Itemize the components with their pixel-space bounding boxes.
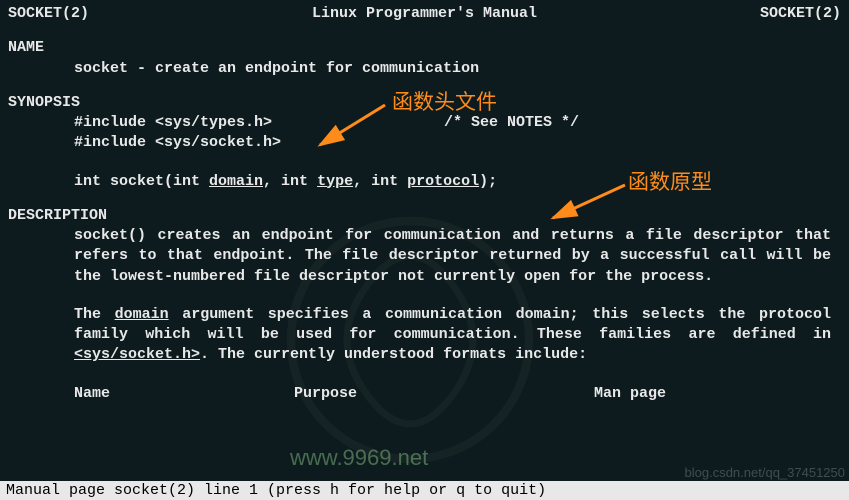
desc-p2-c: . The currently understood formats inclu… <box>200 346 587 363</box>
include-line-2: #include <sys/socket.h> <box>8 133 841 153</box>
annotation-header-files: 函数头文件 <box>392 86 497 116</box>
proto-arg-type: type <box>317 173 353 190</box>
section-description-title: DESCRIPTION <box>8 206 841 226</box>
description-paragraph-1: socket() creates an endpoint for communi… <box>8 226 841 287</box>
proto-pre: int socket(int <box>74 173 209 190</box>
desc-p2-domain: domain <box>115 306 169 323</box>
desc-p1-rest: () creates an endpoint for communication… <box>74 227 831 285</box>
proto-arg-domain: domain <box>209 173 263 190</box>
function-prototype: int socket(int domain, int type, int pro… <box>8 172 841 192</box>
proto-mid2: , int <box>353 173 407 190</box>
annotation-prototype: 函数原型 <box>628 166 712 196</box>
man-header-center: Linux Programmer's Manual <box>312 4 537 24</box>
include1-note: /* See NOTES */ <box>444 113 579 133</box>
desc-p2-a: The <box>74 306 115 323</box>
format-columns: Name Purpose Man page <box>8 384 841 404</box>
name-line: socket - create an endpoint for communic… <box>8 59 841 79</box>
description-paragraph-2: The domain argument specifies a communic… <box>8 305 841 366</box>
desc-p2-header: <sys/socket.h> <box>74 346 200 363</box>
proto-mid1: , int <box>263 173 317 190</box>
arrow-icon <box>545 180 635 230</box>
man-header-left: SOCKET(2) <box>8 4 89 24</box>
man-header-right: SOCKET(2) <box>760 4 841 24</box>
pager-statusbar[interactable]: Manual page socket(2) line 1 (press h fo… <box>0 481 849 500</box>
desc-p2-b: argument specifies a communication domai… <box>74 306 831 343</box>
url-watermark: blog.csdn.net/qq_37451250 <box>685 465 845 480</box>
proto-arg-protocol: protocol <box>407 173 479 190</box>
arrow-icon <box>310 100 390 160</box>
proto-post: ); <box>479 173 497 190</box>
col-manpage: Man page <box>594 384 666 404</box>
desc-fn-name: socket <box>74 227 128 244</box>
col-name: Name <box>74 384 294 404</box>
col-purpose: Purpose <box>294 384 594 404</box>
include-line-1: #include <sys/types.h> /* See NOTES */ <box>8 113 841 133</box>
section-name-title: NAME <box>8 38 841 58</box>
terminal-view[interactable]: SOCKET(2) Linux Programmer's Manual SOCK… <box>0 0 849 404</box>
man-header: SOCKET(2) Linux Programmer's Manual SOCK… <box>8 4 841 24</box>
site-watermark: www.9969.net <box>290 445 428 471</box>
